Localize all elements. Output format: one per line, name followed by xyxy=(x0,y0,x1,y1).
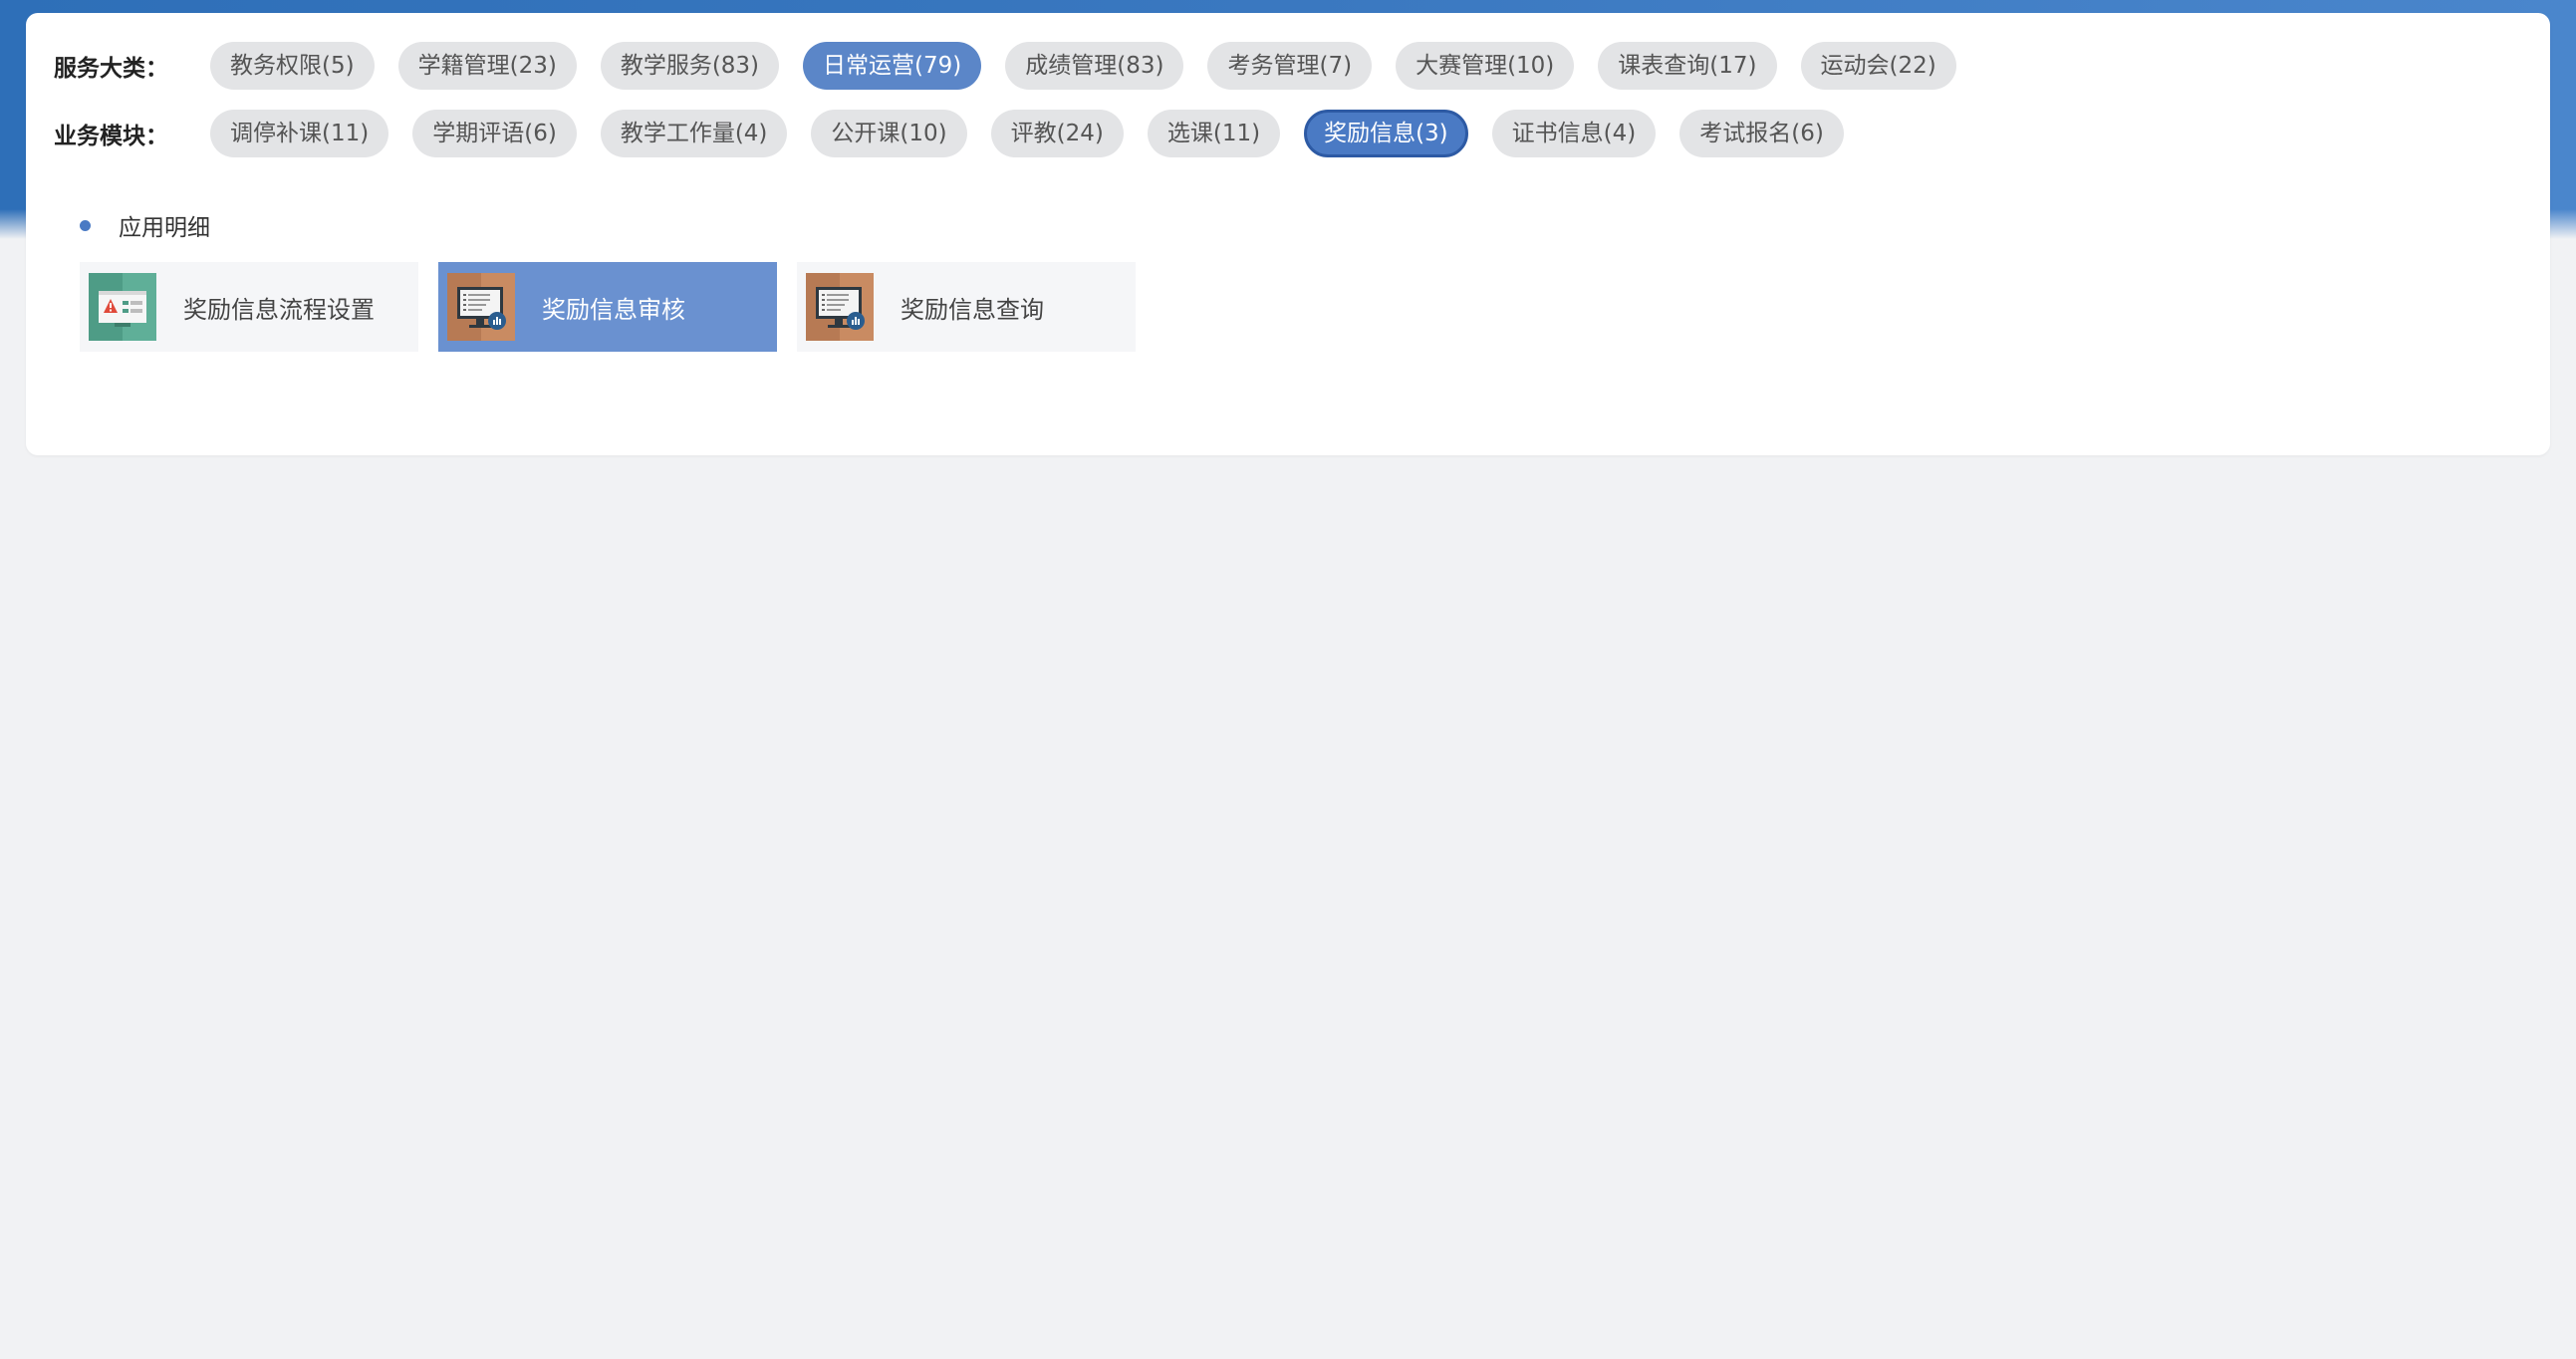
module-pill-course-selection[interactable]: 选课(11) xyxy=(1147,110,1281,157)
app-card-label: 奖励信息流程设置 xyxy=(183,295,375,324)
monitor-report-icon xyxy=(806,273,874,341)
service-category-row: 服务大类： 教务权限(5) 学籍管理(23) 教学服务(83) 日常运营(79)… xyxy=(54,42,1956,90)
category-pill-competition-management[interactable]: 大赛管理(10) xyxy=(1396,42,1575,90)
module-pill-teaching-workload[interactable]: 教学工作量(4) xyxy=(600,110,788,157)
module-pill-exam-registration[interactable]: 考试报名(6) xyxy=(1679,110,1844,157)
category-pill-grade-management[interactable]: 成绩管理(83) xyxy=(1005,42,1184,90)
bullet-dot-icon xyxy=(80,219,91,231)
app-card-label: 奖励信息审核 xyxy=(542,295,685,324)
category-pill-daily-operations[interactable]: 日常运营(79) xyxy=(803,42,982,90)
service-panel: 服务大类： 教务权限(5) 学籍管理(23) 教学服务(83) 日常运营(79)… xyxy=(26,13,2550,455)
category-pill-academic-permissions[interactable]: 教务权限(5) xyxy=(210,42,375,90)
monitor-report-icon xyxy=(447,273,515,341)
workflow-settings-icon xyxy=(89,273,156,341)
category-pill-timetable-query[interactable]: 课表查询(17) xyxy=(1598,42,1777,90)
category-pill-exam-affairs[interactable]: 考务管理(7) xyxy=(1207,42,1373,90)
module-pill-certificate-info[interactable]: 证书信息(4) xyxy=(1491,110,1657,157)
app-details-title: 应用明细 xyxy=(119,215,210,241)
module-pill-award-info[interactable]: 奖励信息(3) xyxy=(1304,110,1468,157)
category-pill-teaching-services[interactable]: 教学服务(83) xyxy=(600,42,780,90)
module-pill-teaching-evaluation[interactable]: 评教(24) xyxy=(990,110,1124,157)
module-pill-open-class[interactable]: 公开课(10) xyxy=(811,110,967,157)
module-pill-semester-comments[interactable]: 学期评语(6) xyxy=(412,110,577,157)
service-category-label: 服务大类： xyxy=(54,56,168,82)
app-card-label: 奖励信息查询 xyxy=(901,295,1044,324)
app-details-heading: 应用明细 xyxy=(80,207,210,243)
app-card-award-query[interactable]: 奖励信息查询 xyxy=(797,262,1136,352)
business-module-row: 业务模块： 调停补课(11) 学期评语(6) 教学工作量(4) 公开课(10) … xyxy=(54,110,1844,157)
app-card-award-review[interactable]: 奖励信息审核 xyxy=(438,262,777,352)
category-pill-sports-meet[interactable]: 运动会(22) xyxy=(1800,42,1956,90)
business-module-label: 业务模块： xyxy=(54,124,168,149)
module-pill-class-rescheduling[interactable]: 调停补课(11) xyxy=(210,110,389,157)
app-card-award-workflow-settings[interactable]: 奖励信息流程设置 xyxy=(80,262,418,352)
app-card-list: 奖励信息流程设置 奖励信息审核 奖励信息查询 xyxy=(80,262,1136,352)
category-pill-student-records[interactable]: 学籍管理(23) xyxy=(397,42,577,90)
